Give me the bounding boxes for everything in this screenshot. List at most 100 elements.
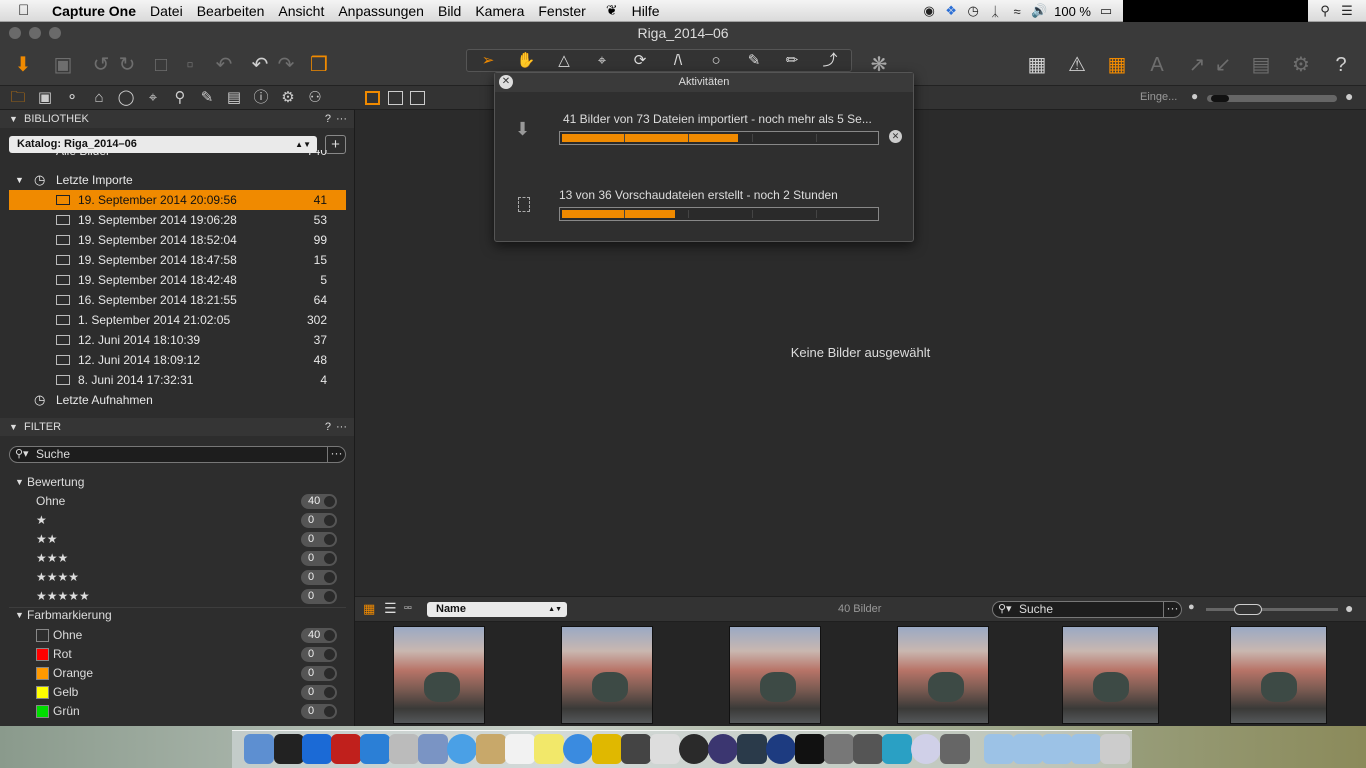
rating-filter-row[interactable]: Ohne 40	[0, 492, 354, 511]
image-thumbnail[interactable]	[561, 626, 653, 724]
filter-search-input[interactable]: ⚲▾ Suche ···	[9, 446, 346, 463]
tab-details-icon[interactable]: ⚲	[169, 88, 191, 108]
calendar-icon[interactable]	[505, 734, 535, 764]
contacts-icon[interactable]	[476, 734, 506, 764]
menu-kamera[interactable]: Kamera	[475, 3, 524, 19]
tab-output-icon[interactable]: ▤	[223, 88, 245, 108]
app-icon[interactable]	[882, 734, 912, 764]
import-row[interactable]: 12. Juni 2014 18:10:39 37	[0, 330, 354, 350]
bluetooth-icon[interactable]: ᛣ	[984, 4, 1006, 19]
minimize-window-button[interactable]	[29, 27, 41, 39]
script-icon[interactable]: ❦	[606, 2, 618, 19]
wifi-icon[interactable]: ≈	[1006, 4, 1028, 19]
tab-local-icon[interactable]: ✎	[196, 88, 218, 108]
multi-view-icon[interactable]	[365, 91, 380, 105]
reset-icon[interactable]: ↶	[211, 52, 237, 78]
crop-tool-icon[interactable]: ⌖	[583, 50, 621, 71]
color-header[interactable]: ▼ Farbmarkierung	[0, 606, 354, 625]
folder-icon[interactable]	[1071, 734, 1101, 764]
menu-fenster[interactable]: Fenster	[538, 3, 585, 19]
library-help[interactable]: ?	[325, 110, 331, 128]
import-row[interactable]: 19. September 2014 20:09:56 41	[9, 190, 346, 210]
warning-icon[interactable]: ⚠	[1064, 52, 1090, 78]
view-mode-icon[interactable]: ▦	[1024, 52, 1050, 78]
tab-settings-icon[interactable]: ⚙	[277, 88, 299, 108]
grid-icon[interactable]: ▦	[1104, 52, 1130, 78]
tab-exposure-icon[interactable]: ⌂	[88, 88, 110, 108]
itunes-icon[interactable]	[563, 734, 593, 764]
import-row[interactable]: 19. September 2014 18:42:48 5	[0, 270, 354, 290]
calculator-icon[interactable]	[389, 734, 419, 764]
import-row[interactable]: 19. September 2014 18:47:58 15	[0, 250, 354, 270]
spot-tool-icon[interactable]: ○	[697, 50, 735, 71]
menu-ansicht[interactable]: Ansicht	[278, 3, 324, 19]
color-filter-row[interactable]: Gelb 0	[0, 683, 354, 702]
tab-lens-icon[interactable]: ◯	[115, 88, 137, 108]
dropbox-icon[interactable]: ❖	[940, 3, 962, 19]
single-view-icon[interactable]	[388, 91, 403, 105]
triangle-down-icon[interactable]: ▼	[15, 473, 24, 492]
filmstrip-view-icon[interactable]: ▫▫	[404, 601, 420, 615]
app-icon[interactable]	[708, 734, 738, 764]
cancel-task-icon[interactable]: ✕	[889, 130, 902, 143]
sort-select[interactable]: Name ▲▼	[427, 602, 567, 617]
brush-tool-icon[interactable]: ✎	[735, 50, 773, 71]
terminal-icon[interactable]	[274, 734, 304, 764]
menu-bild[interactable]: Bild	[438, 3, 461, 19]
import-row[interactable]: 1. September 2014 21:02:05 302	[0, 310, 354, 330]
color-filter-row[interactable]: Rot 0	[0, 645, 354, 664]
filter-help[interactable]: ?	[325, 418, 331, 436]
select-tool-icon[interactable]: ➢	[469, 50, 507, 71]
menu-datei[interactable]: Datei	[150, 3, 183, 19]
spotlight-icon[interactable]: ⚲	[1314, 3, 1336, 19]
collapse-triangle-icon[interactable]: ▼	[9, 418, 18, 436]
import-row[interactable]: 19. September 2014 18:52:04 99	[0, 230, 354, 250]
tab-capture-icon[interactable]: ▣	[34, 88, 56, 108]
close-icon[interactable]: ✕	[499, 75, 513, 89]
image-thumbnail[interactable]	[1062, 626, 1159, 724]
library-header[interactable]: ▼ BIBLIOTHEK ? ···	[0, 110, 354, 128]
rating-filter-row[interactable]: ★★ 0	[0, 530, 354, 549]
zoom-slider[interactable]	[1207, 95, 1337, 102]
import-row[interactable]: 12. Juni 2014 18:09:12 48	[0, 350, 354, 370]
app-icon[interactable]	[911, 734, 941, 764]
list-view-icon[interactable]: ☰	[384, 601, 398, 615]
menu-bearbeiten[interactable]: Bearbeiten	[197, 3, 265, 19]
print-icon[interactable]: ▤	[1248, 52, 1274, 78]
keystone-tool-icon[interactable]: /\	[659, 50, 697, 71]
filezilla-icon[interactable]	[331, 734, 361, 764]
annotate-tool-icon[interactable]: ⤴	[811, 50, 849, 71]
folder-icon[interactable]	[984, 734, 1014, 764]
filter-header[interactable]: ▼ FILTER ? ···	[0, 418, 354, 436]
app-icon[interactable]	[592, 734, 622, 764]
preview-icon[interactable]	[418, 734, 448, 764]
app-icon[interactable]	[679, 734, 709, 764]
settings-icon[interactable]: ⚙	[1288, 52, 1314, 78]
collapse-triangle-icon[interactable]: ▼	[9, 110, 18, 128]
move-icon[interactable]: □	[148, 52, 174, 78]
downloads-icon[interactable]	[1042, 734, 1072, 764]
import-icon[interactable]: ⬇	[10, 52, 36, 78]
volume-icon[interactable]: 🔊	[1028, 3, 1050, 19]
tab-library-icon[interactable]: 🗀	[7, 88, 29, 108]
dropbox-icon[interactable]	[360, 734, 390, 764]
folder-icon[interactable]	[1013, 734, 1043, 764]
menu-hilfe[interactable]: Hilfe	[632, 3, 660, 19]
color-filter-row[interactable]: Grün 0	[0, 702, 354, 721]
rotate-right-icon[interactable]: ↻	[114, 52, 140, 78]
rating-header[interactable]: ▼ Bewertung	[0, 473, 354, 492]
tab-color-icon[interactable]: ⚬	[61, 88, 83, 108]
fit-view-icon[interactable]	[410, 91, 425, 105]
picker-tool-icon[interactable]: ✏	[773, 50, 811, 71]
rating-filter-row[interactable]: ★★★★ 0	[0, 568, 354, 587]
trash-icon[interactable]	[1100, 734, 1130, 764]
image-thumbnail[interactable]	[393, 626, 485, 724]
lightroom-icon[interactable]	[737, 734, 767, 764]
share-icon[interactable]: ↗	[1184, 52, 1210, 78]
app-icon[interactable]	[795, 734, 825, 764]
image-thumbnail[interactable]	[1230, 626, 1327, 724]
browser-search-input[interactable]: ⚲▾ Suche ···	[992, 601, 1182, 618]
app-icon[interactable]	[853, 734, 883, 764]
status-icon[interactable]: ◉	[918, 3, 940, 19]
color-filter-row[interactable]: Orange 0	[0, 664, 354, 683]
